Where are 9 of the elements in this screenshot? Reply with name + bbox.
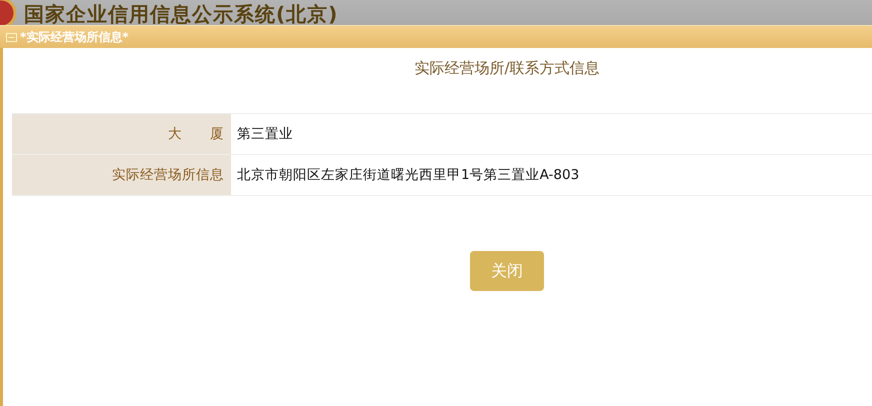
site-title: 国家企业信用信息公示系统(北京) (24, 1, 338, 28)
close-button[interactable]: 关闭 (470, 251, 544, 291)
field-label: 大 厦 (12, 114, 231, 154)
window-icon (6, 32, 17, 42)
field-value: 第三置业 (236, 125, 293, 144)
section-heading: 实际经营场所/联系方式信息 (413, 58, 601, 79)
dialog-title: *实际经营场所信息* (20, 28, 129, 46)
field-value: 北京市朝阳区左家庄街道曙光西里甲1号第三置业A-803 (236, 166, 580, 185)
field-label: 实际经营场所信息 (12, 155, 231, 195)
